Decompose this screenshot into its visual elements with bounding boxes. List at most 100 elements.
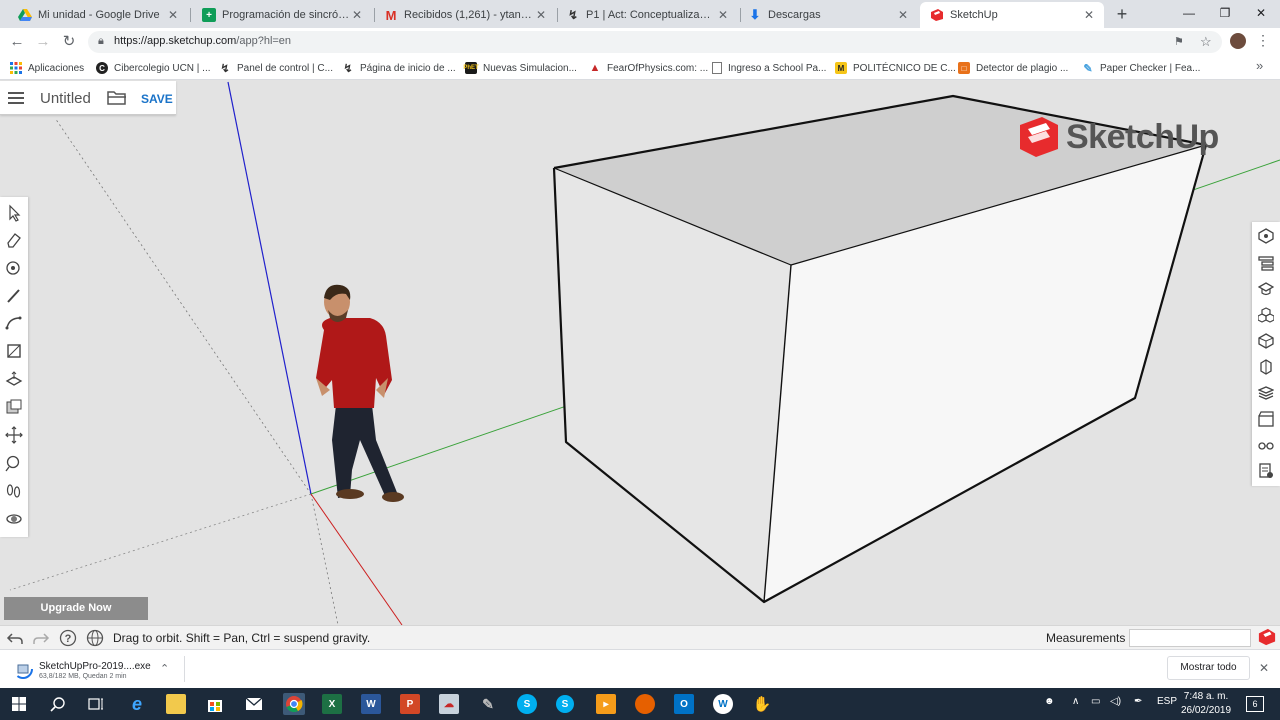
notifications-icon[interactable]: 6 xyxy=(1246,696,1264,712)
bookmark-school-pack[interactable]: Ingreso a School Pa... xyxy=(712,60,826,76)
close-icon[interactable]: ✕ xyxy=(534,8,548,22)
arc-tool-icon[interactable] xyxy=(5,314,23,332)
outliner-icon[interactable] xyxy=(1258,255,1274,271)
clock[interactable]: 7:48 a. m. 26/02/2019 xyxy=(1178,690,1234,718)
search-icon[interactable] xyxy=(50,696,66,712)
tape-measure-tool-icon[interactable] xyxy=(5,454,23,472)
paint-bucket-tool-icon[interactable] xyxy=(5,259,23,277)
reload-icon[interactable]: ↻ xyxy=(59,32,79,52)
scenes-icon[interactable] xyxy=(1258,411,1274,427)
app-orange-icon[interactable]: ▸ xyxy=(596,694,616,714)
pencil-tool-icon[interactable] xyxy=(5,287,23,305)
undo-icon[interactable] xyxy=(6,629,24,647)
address-bar[interactable]: 🔒︎ https://app.sketchup.com/app?hl=en ⚑ … xyxy=(88,31,1222,53)
menu-dots-icon[interactable]: ⋮ xyxy=(1256,32,1270,49)
hamburger-menu-icon[interactable] xyxy=(8,90,24,106)
save-button[interactable]: SAVE xyxy=(141,92,173,106)
upgrade-now-button[interactable]: Upgrade Now xyxy=(4,597,148,620)
bookmark-paper-checker[interactable]: ✎ Paper Checker | Fea... xyxy=(1082,60,1200,76)
powerpoint-icon[interactable]: P xyxy=(400,694,420,714)
bookmark-pagina-inicio[interactable]: ↯ Página de inicio de ... xyxy=(342,60,455,76)
download-filename[interactable]: SketchUpPro-2019....exe xyxy=(39,661,151,672)
star-icon[interactable]: ☆ xyxy=(1200,34,1212,50)
chrome-icon[interactable] xyxy=(283,693,305,715)
outlook-icon[interactable]: O xyxy=(674,694,694,714)
bookmark-aplicaciones[interactable]: Aplicaciones xyxy=(10,60,84,76)
measurements-input[interactable] xyxy=(1129,629,1251,647)
instructor-icon[interactable] xyxy=(1258,281,1274,297)
redo-icon[interactable] xyxy=(32,629,50,647)
people-icon[interactable]: ☻ xyxy=(1044,696,1055,707)
select-tool-icon[interactable] xyxy=(5,204,23,222)
language-indicator[interactable]: ESP xyxy=(1157,696,1177,707)
tab-programacion[interactable]: + Programación de sincrónicas - ✕ xyxy=(192,2,372,28)
skype-business-icon[interactable]: S xyxy=(556,695,574,713)
close-icon[interactable]: ✕ xyxy=(1082,8,1096,22)
restore-button[interactable]: ❐ xyxy=(1207,0,1243,26)
offset-tool-icon[interactable] xyxy=(5,398,23,416)
pen-icon[interactable]: ✒ xyxy=(1134,696,1142,707)
document-title[interactable]: Untitled xyxy=(40,90,91,107)
volume-icon[interactable]: ◁) xyxy=(1110,696,1121,707)
word-icon[interactable]: W xyxy=(361,694,381,714)
walk-footprints-icon[interactable] xyxy=(5,482,23,500)
bookmark-fearofphysics[interactable]: ▲ FearOfPhysics.com: ... xyxy=(589,60,709,76)
bookmark-politecnico[interactable]: M POLITÉCNICO DE C... xyxy=(835,60,956,76)
modeling-canvas[interactable] xyxy=(0,80,1280,625)
help-icon[interactable]: ? xyxy=(59,629,77,647)
bookmark-simulaciones[interactable]: PhET Nuevas Simulacion... xyxy=(463,60,577,76)
bookmark-panel-control[interactable]: ↯ Panel de control | C... xyxy=(219,60,333,76)
show-all-downloads-button[interactable]: Mostrar todo xyxy=(1167,656,1250,680)
tab-descargas[interactable]: ⬇ Descargas ✕ xyxy=(738,2,918,28)
windows-start-icon[interactable] xyxy=(12,697,26,711)
file-explorer-icon[interactable] xyxy=(166,694,186,714)
styles-icon[interactable] xyxy=(1258,359,1274,375)
tab-moodle-activity[interactable]: ↯ P1 | Act: Conceptualización | M ✕ xyxy=(556,2,738,28)
minimize-button[interactable]: — xyxy=(1171,0,1207,26)
layers-icon[interactable] xyxy=(1258,385,1274,401)
tab-gmail[interactable]: M Recibidos (1,261) - ytangarifen ✕ xyxy=(374,2,556,28)
task-view-icon[interactable] xyxy=(88,696,104,712)
skype-icon[interactable]: S xyxy=(517,694,537,714)
entity-info-icon[interactable] xyxy=(1258,228,1274,244)
sketchup-status-icon[interactable] xyxy=(1258,628,1276,646)
components-icon[interactable] xyxy=(1258,307,1274,323)
avatar[interactable] xyxy=(1230,33,1246,49)
tab-google-drive[interactable]: Mi unidad - Google Drive ✕ xyxy=(8,2,188,28)
display-glasses-icon[interactable] xyxy=(1258,437,1274,453)
bookmark-cibercolegio[interactable]: C Cibercolegio UCN | ... xyxy=(96,60,211,76)
store-icon[interactable] xyxy=(205,694,225,714)
firefox-icon[interactable] xyxy=(635,694,655,714)
bookmark-detector-plagio[interactable]: □ Detector de plagio ... xyxy=(958,60,1068,76)
folder-open-icon[interactable] xyxy=(107,89,127,106)
move-tool-icon[interactable] xyxy=(5,426,23,444)
push-pull-tool-icon[interactable] xyxy=(5,370,23,388)
close-icon[interactable]: ✕ xyxy=(1259,661,1269,675)
app-tool-icon[interactable]: ✎ xyxy=(478,694,498,714)
translate-icon[interactable]: ⚑ xyxy=(1174,35,1184,48)
back-icon[interactable]: ← xyxy=(7,32,27,52)
new-tab-button[interactable]: + xyxy=(1112,4,1132,24)
network-icon[interactable]: ▭ xyxy=(1091,696,1100,707)
close-window-button[interactable]: ✕ xyxy=(1243,0,1279,26)
globe-icon[interactable] xyxy=(86,629,104,647)
chevron-up-icon[interactable]: ⌃ xyxy=(160,662,169,675)
tab-sketchup[interactable]: SketchUp ✕ xyxy=(920,2,1104,28)
bookmarks-overflow-icon[interactable]: » xyxy=(1256,58,1263,73)
orbit-tool-icon[interactable] xyxy=(5,510,23,528)
close-icon[interactable]: ✕ xyxy=(166,8,180,22)
tray-chevron-up-icon[interactable]: ∧ xyxy=(1072,696,1079,707)
app-cloud-icon[interactable]: ☁ xyxy=(439,694,459,714)
app-w-icon[interactable]: W xyxy=(713,694,733,714)
app-hand-icon[interactable]: ✋ xyxy=(752,694,772,714)
mail-icon[interactable] xyxy=(244,694,264,714)
reports-icon[interactable] xyxy=(1258,463,1274,479)
edge-browser-icon[interactable]: e xyxy=(127,694,147,714)
rectangle-tool-icon[interactable] xyxy=(5,342,23,360)
close-icon[interactable]: ✕ xyxy=(350,8,364,22)
close-icon[interactable]: ✕ xyxy=(716,8,730,22)
excel-icon[interactable]: X xyxy=(322,694,342,714)
forward-icon[interactable]: → xyxy=(33,32,53,52)
close-icon[interactable]: ✕ xyxy=(896,8,910,22)
materials-icon[interactable] xyxy=(1258,333,1274,349)
